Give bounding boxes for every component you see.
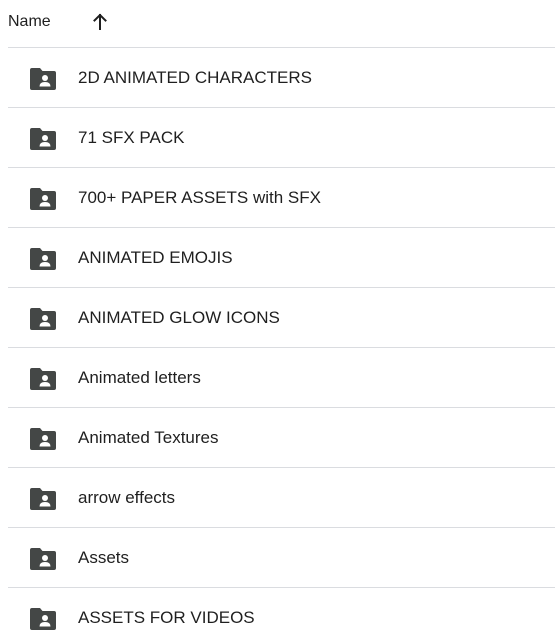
folder-row[interactable]: Animated Textures <box>8 408 555 468</box>
shared-folder-icon <box>30 68 56 90</box>
folder-row[interactable]: ANIMATED EMOJIS <box>8 228 555 288</box>
folder-name: arrow effects <box>78 488 176 507</box>
shared-folder-icon <box>30 248 56 270</box>
folder-name: Animated letters <box>78 368 201 387</box>
shared-folder-icon <box>30 188 56 210</box>
name-column-header[interactable]: Name <box>8 12 51 32</box>
shared-folder-icon <box>30 308 56 330</box>
folder-name: 71 SFX PACK <box>78 128 185 147</box>
folder-name: 2D ANIMATED CHARACTERS <box>78 68 312 87</box>
shared-folder-icon <box>30 488 56 510</box>
list-header: Name <box>8 0 555 48</box>
sort-ascending-button[interactable] <box>86 8 114 36</box>
folder-name: Assets <box>78 548 130 567</box>
folder-row[interactable]: ASSETS FOR VIDEOS <box>8 588 555 643</box>
folder-name: ANIMATED GLOW ICONS <box>78 308 280 327</box>
folder-name: ASSETS FOR VIDEOS <box>78 608 255 627</box>
folder-row[interactable]: 71 SFX PACK <box>8 108 555 168</box>
folder-name: 700+ PAPER ASSETS with SFX <box>78 188 321 207</box>
arrow-up-icon <box>93 13 107 30</box>
folder-name: ANIMATED EMOJIS <box>78 248 233 267</box>
folder-row[interactable]: 700+ PAPER ASSETS with SFX <box>8 168 555 228</box>
folder-row[interactable]: 2D ANIMATED CHARACTERS <box>8 48 555 108</box>
shared-folder-icon <box>30 428 56 450</box>
shared-folder-icon <box>30 608 56 630</box>
file-list: 2D ANIMATED CHARACTERS 71 SFX PACK 700+ … <box>0 48 555 643</box>
folder-row[interactable]: arrow effects <box>8 468 555 528</box>
shared-folder-icon <box>30 128 56 150</box>
folder-name: Animated Textures <box>78 428 219 447</box>
shared-folder-icon <box>30 548 56 570</box>
folder-row[interactable]: ANIMATED GLOW ICONS <box>8 288 555 348</box>
folder-row[interactable]: Animated letters <box>8 348 555 408</box>
shared-folder-icon <box>30 368 56 390</box>
folder-row[interactable]: Assets <box>8 528 555 588</box>
